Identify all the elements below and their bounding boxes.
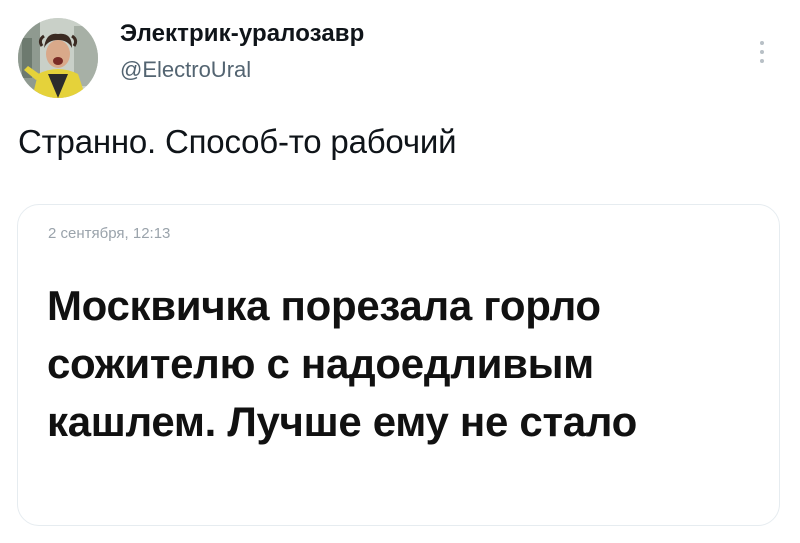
author-handle[interactable]: @ElectroUral bbox=[120, 57, 251, 83]
more-options-button[interactable] bbox=[750, 34, 774, 70]
avatar-photo bbox=[18, 18, 98, 98]
embedded-news-card[interactable]: 2 сентября, 12:13 Москвичка порезала гор… bbox=[17, 204, 780, 526]
avatar[interactable] bbox=[18, 18, 98, 98]
tweet: Электрик-уралозавр @ElectroUral Странно.… bbox=[0, 0, 800, 543]
author-name[interactable]: Электрик-уралозавр bbox=[120, 20, 364, 48]
card-headline: Москвичка порезала горло сожителю с надо… bbox=[47, 282, 637, 445]
tweet-text: Странно. Способ-то рабочий bbox=[18, 123, 457, 160]
more-vertical-icon bbox=[760, 41, 764, 45]
card-date: 2 сентября, 12:13 bbox=[48, 225, 171, 242]
more-vertical-icon bbox=[760, 50, 764, 54]
more-vertical-icon bbox=[760, 59, 764, 63]
